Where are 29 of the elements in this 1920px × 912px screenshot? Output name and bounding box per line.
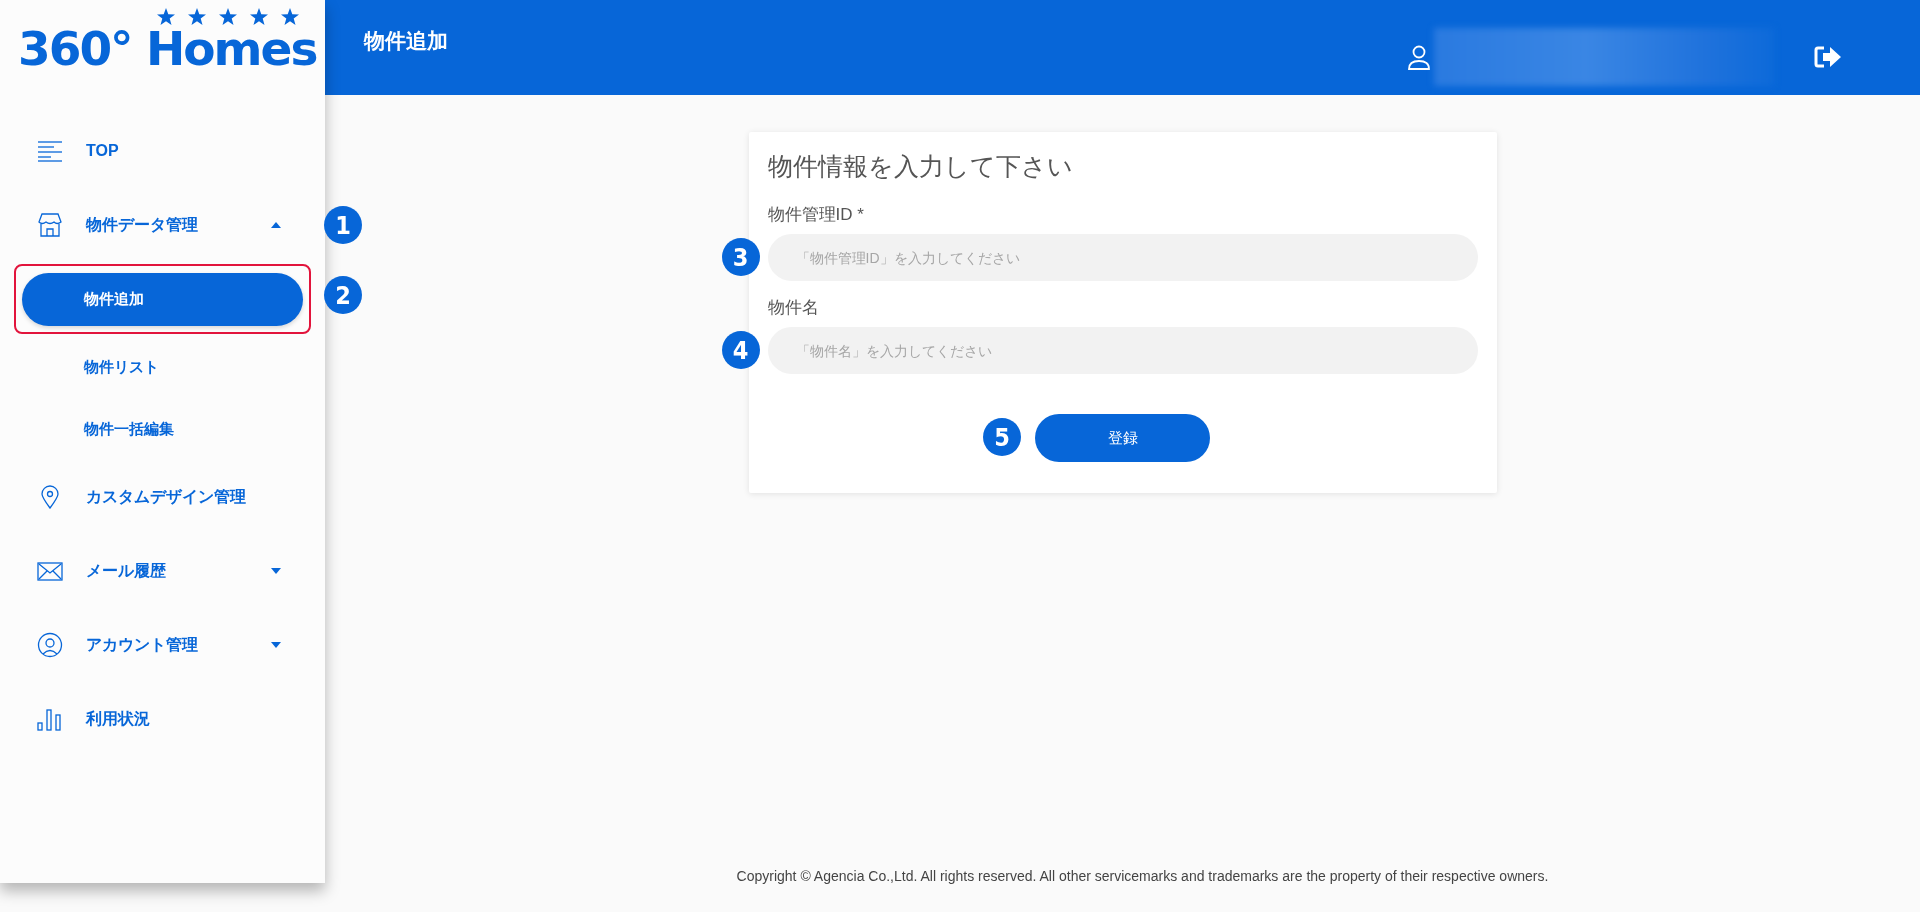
nav-item[interactable]: 利用状況 xyxy=(0,682,325,756)
input-field[interactable]: 「物件管理ID」を入力してください xyxy=(767,234,1478,281)
field-label: 物件名 xyxy=(767,297,820,319)
form-title: 物件情報を入力して下さい xyxy=(767,151,1074,182)
nav-subitem[interactable]: 物件リスト xyxy=(22,340,303,394)
copyright-text: Copyright © Agencia Co.,Ltd. All rights reserved. All other servicemarks and trademarks are the property of their respective owners. xyxy=(735,868,1550,886)
list-icon xyxy=(37,138,63,164)
user-icon xyxy=(1408,44,1430,70)
callout-marker: 4 xyxy=(721,331,760,369)
register-button[interactable]: 登録 xyxy=(1035,414,1210,462)
nav-item[interactable]: メール履歴 xyxy=(0,534,325,608)
bar-chart-icon xyxy=(37,706,63,732)
nav-item[interactable]: カスタムデザイン管理 xyxy=(0,460,325,534)
nav-subitem[interactable]: 物件追加 xyxy=(22,272,303,326)
nav-subitem[interactable]: 物件一括編集 xyxy=(22,402,303,456)
callout-marker: 3 xyxy=(721,238,760,276)
field-label: 物件管理ID * xyxy=(767,204,865,226)
callout-marker: 2 xyxy=(324,276,362,314)
user-circle-icon xyxy=(37,632,63,658)
logo: 360° Homes xyxy=(18,27,317,71)
page-title: 物件追加 xyxy=(364,28,448,54)
nav-item[interactable]: 物件データ管理 xyxy=(0,188,325,262)
input-field[interactable]: 「物件名」を入力してください xyxy=(767,327,1478,374)
nav-item[interactable]: TOP xyxy=(0,114,325,188)
callout-marker: 1 xyxy=(324,206,362,244)
nav-item[interactable]: アカウント管理 xyxy=(0,608,325,682)
logout-icon[interactable] xyxy=(1814,45,1842,69)
callout-marker: 5 xyxy=(983,418,1021,456)
store-icon xyxy=(37,212,63,238)
